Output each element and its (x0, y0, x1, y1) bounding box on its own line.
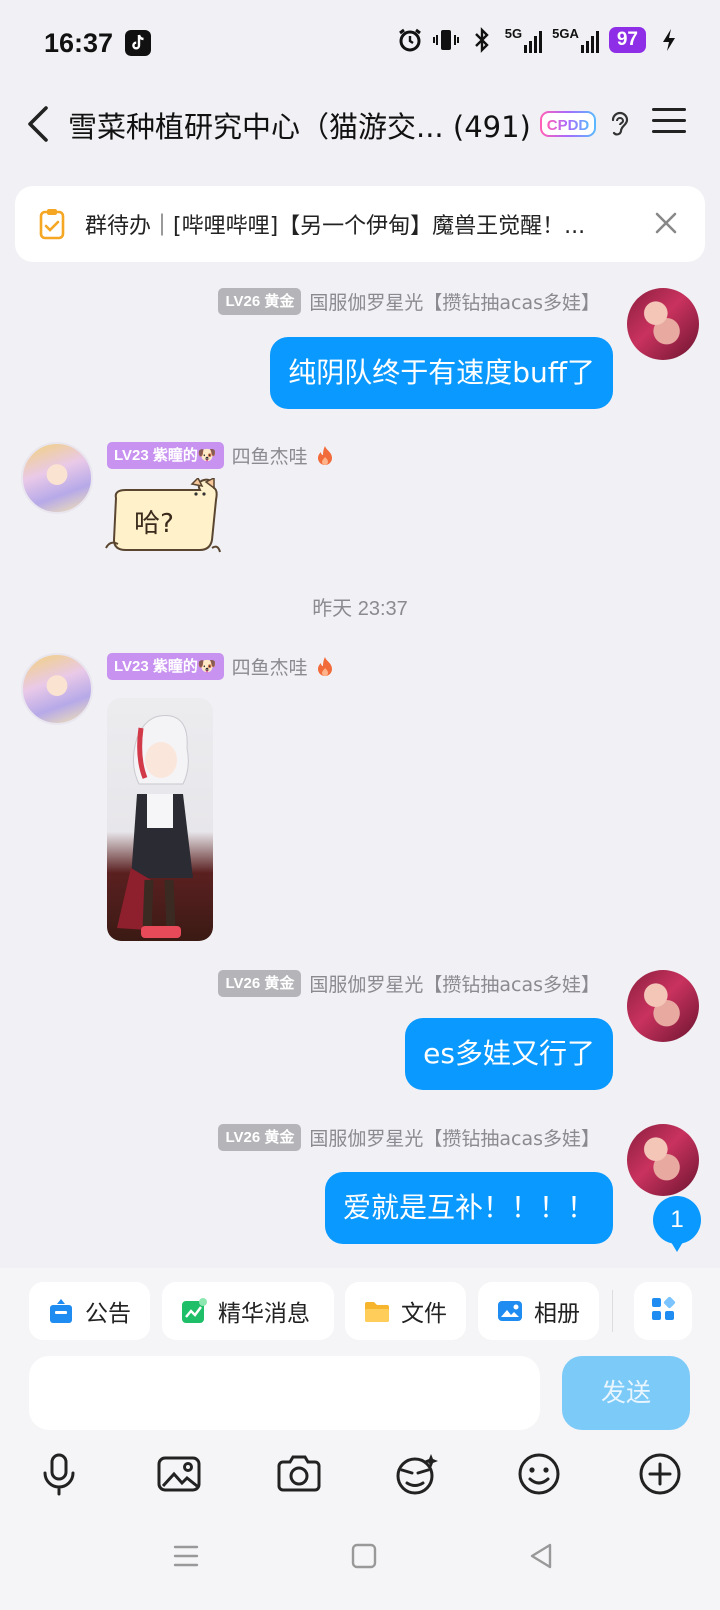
level-badge: LV23 紫瞳的🐶 (107, 442, 224, 469)
tiktok-icon (125, 30, 152, 56)
recents-nav-icon[interactable] (170, 1540, 202, 1572)
folder-icon (363, 1297, 391, 1325)
timestamp: 昨天 23:37 (312, 598, 408, 620)
input-toolbar (0, 1450, 720, 1510)
back-icon[interactable] (22, 102, 54, 146)
alarm-icon (397, 27, 423, 53)
battery-level: 97 (608, 26, 646, 53)
level-badge: LV23 紫瞳的🐶 (107, 653, 224, 680)
message-input[interactable] (29, 1356, 540, 1430)
flame-icon (316, 656, 334, 678)
level-badge: LV26 黄金 (218, 1124, 302, 1151)
chip-label: 相册 (534, 1301, 580, 1327)
level-badge: LV26 黄金 (218, 288, 302, 315)
signal-5g: 5G (505, 26, 543, 53)
camera-icon[interactable] (275, 1450, 323, 1498)
album-icon (496, 1297, 524, 1325)
vibrate-icon (432, 27, 459, 53)
chip-label: 精华消息 (218, 1301, 310, 1327)
message-meta: LV26 黄金 国服伽罗星光【攒钻抽acas多娃】 (218, 288, 600, 315)
essence-icon (180, 1297, 208, 1325)
sender-name[interactable]: 四鱼杰哇 (232, 442, 308, 469)
close-icon[interactable] (653, 210, 679, 236)
bluetooth-icon (469, 26, 495, 53)
todo-icon (39, 208, 65, 240)
sender-name[interactable]: 国服伽罗星光【攒钻抽acas多娃】 (309, 970, 600, 997)
album-chip[interactable]: 相册 (478, 1282, 599, 1340)
send-button[interactable]: 发送 (562, 1356, 690, 1430)
flame-icon (316, 445, 334, 467)
unread-count-badge[interactable]: 1 (653, 1196, 701, 1252)
message-meta: LV23 紫瞳的🐶 四鱼杰哇 (107, 442, 334, 469)
title-bar: 雪菜种植研究中心（猫游交... (491) CPDD (0, 92, 720, 156)
charging-icon (656, 27, 682, 53)
announcement-chip[interactable]: 公告 (29, 1282, 150, 1340)
image-icon[interactable] (155, 1450, 203, 1498)
svg-text:CPDD: CPDD (547, 117, 590, 134)
sticker-icon[interactable] (393, 1450, 441, 1498)
chat-title[interactable]: 雪菜种植研究中心（猫游交... (491) (68, 104, 531, 146)
cpdd-badge-icon: CPDD (540, 110, 596, 138)
plus-icon[interactable] (636, 1450, 684, 1498)
status-bar: 16:37 5G 5GA 97 (0, 0, 720, 86)
svg-text:哈?: 哈? (134, 509, 174, 539)
sender-name[interactable]: 四鱼杰哇 (232, 653, 308, 680)
message-bubble[interactable]: 纯阴队终于有速度buff了 (270, 337, 613, 409)
status-time: 16:37 (44, 27, 114, 58)
system-nav-bar (0, 1540, 720, 1590)
message-meta: LV26 黄金 国服伽罗星光【攒钻抽acas多娃】 (218, 970, 600, 997)
apps-icon (649, 1295, 677, 1327)
files-chip[interactable]: 文件 (345, 1282, 466, 1340)
apps-button[interactable] (634, 1282, 692, 1340)
sender-name[interactable]: 国服伽罗星光【攒钻抽acas多娃】 (309, 288, 600, 315)
menu-icon[interactable] (652, 108, 686, 138)
announcement-icon (47, 1297, 75, 1325)
avatar[interactable] (627, 288, 699, 360)
status-icons: 5G 5GA 97 (397, 26, 682, 53)
sticker-message[interactable]: 哈? (104, 476, 222, 560)
sender-name[interactable]: 国服伽罗星光【攒钻抽acas多娃】 (309, 1124, 600, 1151)
divider (612, 1290, 613, 1332)
avatar[interactable] (21, 653, 93, 725)
group-todo-banner[interactable]: 群待办｜[哔哩哔哩]【另一个伊甸】魔兽王觉醒！... (15, 186, 705, 262)
avatar[interactable] (627, 970, 699, 1042)
message-meta: LV26 黄金 国服伽罗星光【攒钻抽acas多娃】 (218, 1124, 600, 1151)
chip-label: 文件 (401, 1301, 447, 1327)
message-meta: LV23 紫瞳的🐶 四鱼杰哇 (107, 653, 334, 680)
avatar[interactable] (21, 442, 93, 514)
ear-icon[interactable] (608, 108, 632, 140)
avatar[interactable] (627, 1124, 699, 1196)
message-bubble[interactable]: 爱就是互补！！！！ (324, 1172, 613, 1244)
emoji-icon[interactable] (515, 1450, 563, 1498)
todo-text: 群待办｜[哔哩哔哩]【另一个伊甸】魔兽王觉醒！... (85, 214, 586, 239)
essence-chip[interactable]: 精华消息 (162, 1282, 334, 1340)
image-message[interactable] (107, 698, 213, 941)
message-bubble[interactable]: es多娃又行了 (405, 1018, 613, 1090)
level-badge: LV26 黄金 (218, 970, 302, 997)
home-nav-icon[interactable] (348, 1540, 380, 1572)
signal-5ga: 5GA (552, 26, 599, 53)
chip-label: 公告 (85, 1301, 131, 1327)
mic-icon[interactable] (35, 1450, 83, 1498)
back-nav-icon[interactable] (526, 1540, 558, 1572)
